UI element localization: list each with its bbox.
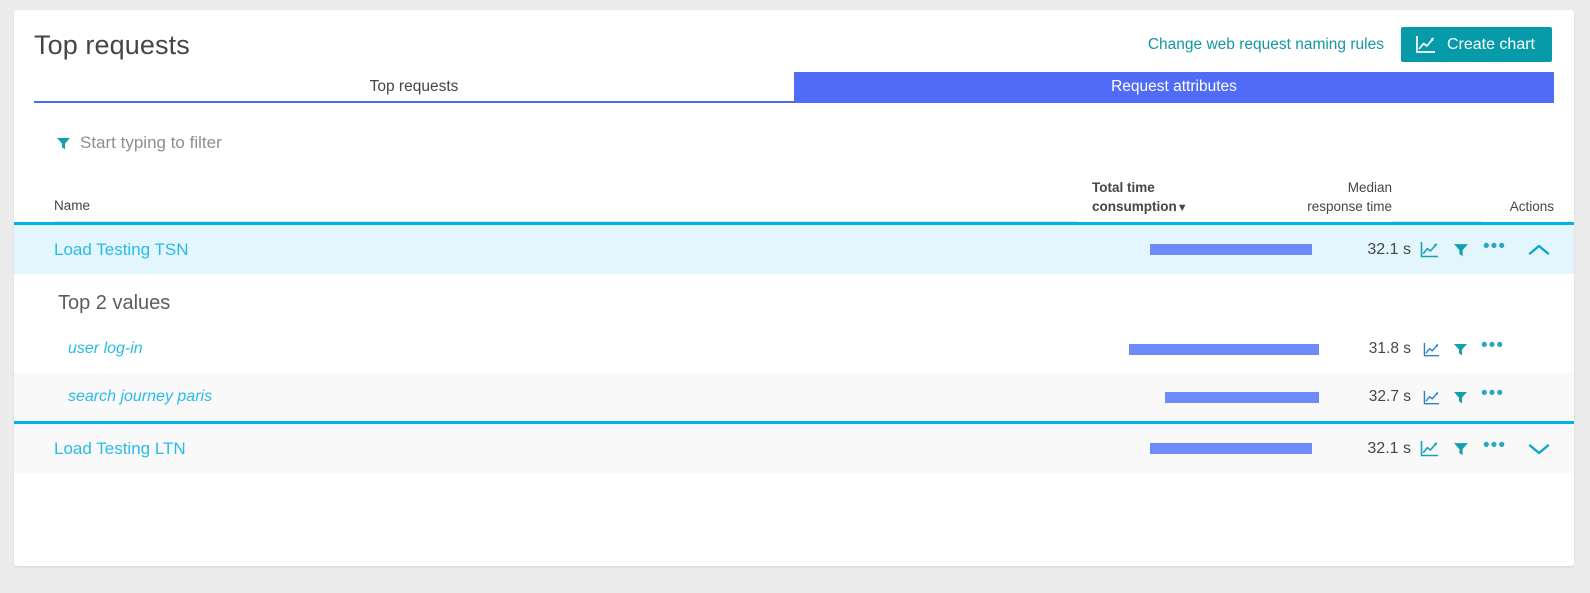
top-requests-card: Top requests Change web request naming r… [14, 10, 1574, 566]
total-time-bar [1165, 391, 1319, 403]
tab-bar: Top requests Request attributes [34, 72, 1554, 103]
filter-icon[interactable] [1453, 441, 1469, 457]
page-background: Top requests Change web request naming r… [0, 0, 1590, 593]
median-response-time: 32.1 s [1367, 240, 1411, 258]
column-header-median-line1: Median [1347, 179, 1392, 195]
tab-top-requests[interactable]: Top requests [34, 72, 794, 103]
requests-table: Name Total time consumption▼ Median resp… [14, 178, 1574, 473]
header-rule-actions [1392, 178, 1482, 222]
filter-icon[interactable] [1453, 390, 1468, 405]
column-header-actions: Actions [1509, 199, 1554, 215]
filter-funnel-icon [56, 136, 71, 151]
median-response-time: 31.8 s [1368, 340, 1411, 357]
row-actions: ••• [1417, 436, 1554, 457]
group-heading: Top 2 values [58, 292, 171, 314]
column-header-total-time-label: Total time consumption [1092, 179, 1177, 215]
create-chart-button[interactable]: Create chart [1400, 27, 1552, 62]
column-header-median-line2: response time [1307, 199, 1392, 215]
tab-request-attributes[interactable]: Request attributes [794, 72, 1554, 103]
header-actions: Change web request naming rules Create c… [1148, 27, 1552, 62]
request-name-link[interactable]: Load Testing LTN [54, 439, 1052, 459]
chart-icon [1415, 35, 1436, 54]
total-time-bar [1129, 343, 1319, 355]
filter-input[interactable]: Start typing to filter [56, 130, 1574, 156]
filter-icon[interactable] [1453, 242, 1469, 258]
change-naming-rules-link[interactable]: Change web request naming rules [1148, 36, 1384, 54]
expanded-values-block: Top 2 values user log-in 31.8 s ••• sear… [14, 274, 1574, 421]
column-header-median[interactable]: Median response time [1247, 178, 1392, 222]
create-chart-label: Create chart [1446, 35, 1535, 53]
row-actions: ••• [1417, 384, 1554, 405]
row-actions: ••• [1417, 237, 1554, 258]
median-response-time: 32.7 s [1368, 388, 1411, 405]
page-title: Top requests [34, 30, 190, 60]
list-item[interactable]: search journey paris 32.7 s ••• [14, 373, 1574, 421]
more-icon[interactable]: ••• [1483, 436, 1506, 456]
column-header-total-time[interactable]: Total time consumption▼ [1077, 178, 1247, 223]
chart-icon[interactable] [1420, 440, 1439, 457]
request-name-link[interactable]: Load Testing TSN [54, 240, 1052, 260]
chevron-down-icon[interactable] [1526, 442, 1552, 456]
row-actions: ••• [1417, 336, 1554, 357]
table-header-row: Name Total time consumption▼ Median resp… [14, 178, 1574, 222]
more-icon[interactable]: ••• [1481, 384, 1504, 404]
table-row[interactable]: Load Testing TSN 32.1 s ••• [14, 222, 1574, 274]
attribute-value-link[interactable]: search journey paris [54, 388, 1059, 406]
column-header-name[interactable]: Name [54, 196, 134, 222]
tab-top-requests-label: Top requests [369, 77, 459, 95]
sort-descending-icon: ▼ [1176, 202, 1188, 215]
total-time-bar-cell [1059, 391, 1319, 403]
tab-request-attributes-label: Request attributes [1111, 77, 1237, 95]
chart-icon[interactable] [1423, 390, 1440, 405]
filter-icon[interactable] [1453, 342, 1468, 357]
table-row[interactable]: Load Testing LTN 32.1 s ••• [14, 421, 1574, 473]
total-time-bar-cell [1052, 443, 1312, 454]
filter-placeholder: Start typing to filter [80, 133, 222, 152]
total-time-bar [1150, 443, 1312, 454]
median-response-time: 32.1 s [1367, 439, 1411, 457]
header-rule [134, 178, 1077, 222]
chevron-up-icon[interactable] [1526, 243, 1552, 257]
more-icon[interactable]: ••• [1481, 336, 1504, 356]
card-header: Top requests Change web request naming r… [14, 10, 1574, 72]
total-time-bar-cell [1052, 244, 1312, 255]
total-time-bar [1150, 244, 1312, 255]
chart-icon[interactable] [1423, 342, 1440, 357]
chart-icon[interactable] [1420, 241, 1439, 258]
total-time-bar-cell [1059, 343, 1319, 355]
list-item[interactable]: user log-in 31.8 s ••• [14, 325, 1574, 373]
attribute-value-link[interactable]: user log-in [54, 340, 1059, 358]
more-icon[interactable]: ••• [1483, 237, 1506, 257]
